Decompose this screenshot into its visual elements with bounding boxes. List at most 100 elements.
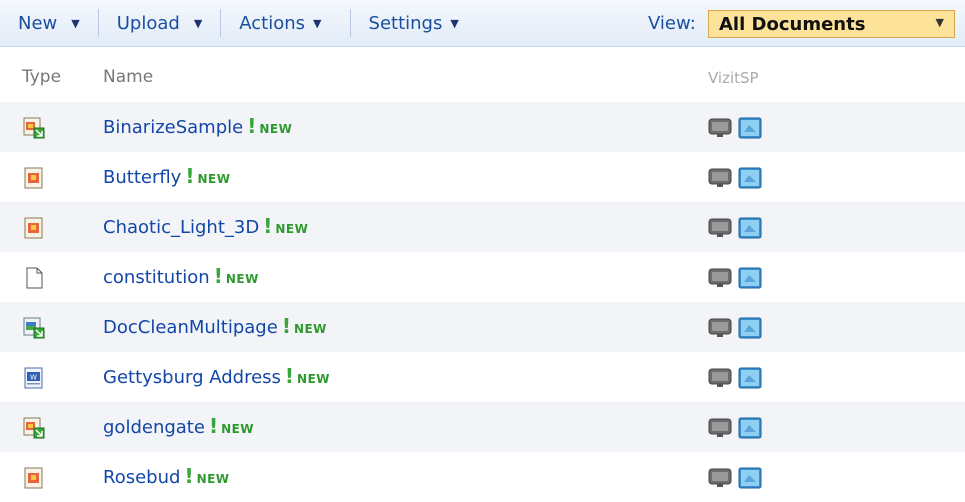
vizit-document-icon[interactable] (708, 216, 732, 240)
document-row: Butterfly! NEW (0, 152, 965, 202)
new-badge: ! NEW (282, 314, 327, 338)
svg-text:W: W (30, 374, 37, 382)
document-row: W Gettysburg Address! NEW (0, 352, 965, 402)
upload-menu-button[interactable]: Upload ▼ (99, 0, 221, 46)
vizit-document-icon[interactable] (708, 266, 732, 290)
document-name-link[interactable]: constitution! NEW (103, 264, 259, 288)
new-badge-label: NEW (259, 122, 293, 136)
column-header-type[interactable]: Type (22, 67, 61, 87)
vizit-document-icon[interactable] (708, 366, 732, 390)
vizitsp-actions (708, 466, 762, 490)
new-exclamation-icon: ! (185, 164, 195, 188)
vizit-document-icon[interactable] (708, 316, 732, 340)
vizit-view-icon[interactable] (738, 316, 762, 340)
vizit-view-icon[interactable] (738, 266, 762, 290)
settings-menu-button[interactable]: Settings ▼ (351, 0, 477, 46)
document-name: Rosebud (103, 467, 181, 488)
image-file-icon (22, 466, 46, 490)
chevron-down-icon: ▼ (935, 16, 944, 29)
actions-menu-button[interactable]: Actions ▼ (221, 0, 339, 46)
new-badge-label: NEW (297, 372, 331, 386)
new-badge: ! NEW (209, 414, 254, 438)
vizit-document-icon[interactable] (708, 466, 732, 490)
image-file-icon (22, 216, 46, 240)
vizitsp-actions (708, 416, 762, 440)
new-badge-label: NEW (293, 322, 327, 336)
document-name-link[interactable]: Rosebud! NEW (103, 464, 230, 488)
new-exclamation-icon: ! (284, 364, 295, 388)
vizit-view-icon[interactable] (738, 216, 762, 240)
column-header-row: Type Name VizitSP (0, 47, 965, 102)
chevron-down-icon: ▼ (313, 16, 322, 30)
new-badge: ! NEW (184, 464, 229, 488)
document-row: Chaotic_Light_3D! NEW (0, 202, 965, 252)
new-badge: ! NEW (185, 164, 230, 188)
document-name-link[interactable]: Chaotic_Light_3D! NEW (103, 214, 308, 238)
vizit-view-icon[interactable] (738, 116, 762, 140)
new-badge-label: NEW (225, 272, 259, 286)
document-name: Gettysburg Address (103, 367, 281, 388)
vizit-document-icon[interactable] (708, 116, 732, 140)
vizit-document-icon[interactable] (708, 416, 732, 440)
new-exclamation-icon: ! (208, 414, 219, 438)
tiff-multipage-icon (22, 316, 46, 340)
new-label: New (18, 12, 58, 34)
document-row: DocCleanMultipage! NEW (0, 302, 965, 352)
document-list: BinarizeSample! NEW Butterfly! NEW Chaotic_L… (0, 102, 965, 502)
document-name-link[interactable]: Butterfly! NEW (103, 164, 230, 188)
vizit-document-icon[interactable] (708, 166, 732, 190)
new-exclamation-icon: ! (247, 114, 257, 138)
new-menu-button[interactable]: New ▼ (0, 0, 98, 46)
vizit-view-icon[interactable] (738, 366, 762, 390)
document-row: goldengate! NEW (0, 402, 965, 452)
document-row: constitution! NEW (0, 252, 965, 302)
document-name: Chaotic_Light_3D (103, 217, 260, 238)
new-badge: ! NEW (247, 114, 292, 138)
vizitsp-actions (708, 166, 762, 190)
new-exclamation-icon: ! (263, 214, 273, 238)
document-row: BinarizeSample! NEW (0, 102, 965, 152)
vizitsp-actions (708, 316, 762, 340)
vizitsp-actions (708, 366, 762, 390)
vizit-view-icon[interactable] (738, 166, 762, 190)
document-name-link[interactable]: BinarizeSample! NEW (103, 114, 292, 138)
tiff-image-icon (22, 116, 46, 140)
list-toolbar: New ▼ Upload ▼ Actions ▼ Settings ▼ View… (0, 0, 965, 47)
column-header-vizitsp: VizitSP (708, 69, 759, 87)
chevron-down-icon: ▼ (450, 16, 459, 30)
vizitsp-actions (708, 116, 762, 140)
new-badge-label: NEW (221, 422, 255, 436)
view-label: View: (648, 12, 696, 34)
document-name-link[interactable]: goldengate! NEW (103, 414, 254, 438)
column-header-name[interactable]: Name (103, 67, 153, 87)
new-badge: ! NEW (285, 364, 330, 388)
new-badge-label: NEW (196, 472, 230, 486)
document-name: constitution (103, 267, 210, 288)
new-badge-label: NEW (275, 222, 309, 236)
blank-document-icon (22, 266, 46, 290)
document-name: BinarizeSample (103, 117, 244, 138)
new-exclamation-icon: ! (184, 464, 194, 488)
vizitsp-actions (708, 266, 762, 290)
new-badge-label: NEW (197, 172, 231, 186)
chevron-down-icon: ▼ (71, 16, 80, 30)
document-name: Butterfly (103, 167, 182, 188)
document-name-link[interactable]: Gettysburg Address! NEW (103, 364, 330, 388)
word-document-icon: W (22, 366, 46, 390)
new-badge: ! NEW (263, 214, 308, 238)
chevron-down-icon: ▼ (193, 16, 203, 30)
document-name: DocCleanMultipage (103, 317, 278, 338)
new-exclamation-icon: ! (281, 314, 291, 338)
settings-label: Settings (368, 12, 443, 34)
tiff-image-icon (22, 416, 46, 440)
vizitsp-actions (708, 216, 762, 240)
document-name-link[interactable]: DocCleanMultipage! NEW (103, 314, 327, 338)
upload-label: Upload (116, 12, 180, 34)
actions-label: Actions (239, 12, 306, 34)
new-exclamation-icon: ! (213, 264, 223, 288)
vizit-view-icon[interactable] (738, 466, 762, 490)
vizit-view-icon[interactable] (738, 416, 762, 440)
view-selected-value: All Documents (719, 13, 866, 35)
document-name: goldengate (103, 417, 205, 438)
view-select[interactable]: All Documents ▼ (708, 10, 955, 38)
